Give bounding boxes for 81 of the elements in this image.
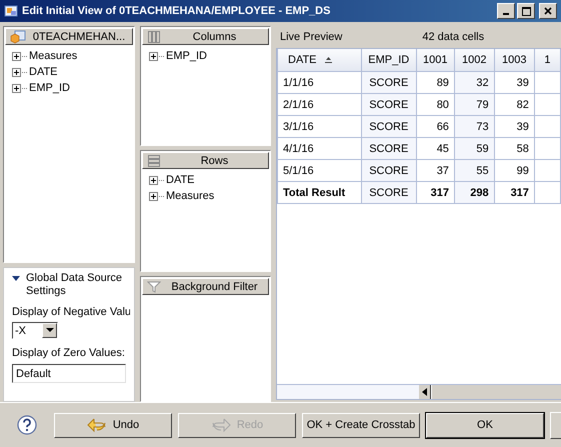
scroll-left-icon[interactable] bbox=[422, 388, 427, 396]
table-cell: 5/1/16 bbox=[278, 160, 362, 182]
column-header[interactable]: EMP_ID bbox=[361, 49, 416, 72]
expand-icon[interactable] bbox=[149, 52, 158, 60]
close-button[interactable] bbox=[539, 3, 557, 19]
preview-title: Live Preview bbox=[280, 31, 342, 43]
expand-icon[interactable] bbox=[12, 68, 21, 76]
column-header[interactable]: 1 bbox=[534, 49, 560, 72]
dialog-button[interactable]: OK bbox=[426, 412, 544, 438]
app-icon bbox=[4, 4, 18, 18]
column-header[interactable]: 1003 bbox=[494, 49, 534, 72]
table-cell: 55 bbox=[454, 160, 494, 182]
window-title: Edit Initial View of 0TEACHMEHANA/EMPLOYEE - EMP_DS bbox=[22, 5, 332, 17]
undo-button[interactable]: Undo bbox=[54, 412, 172, 438]
panel-header[interactable]: Rows bbox=[142, 152, 269, 169]
cell-count: 42 data cells bbox=[422, 31, 484, 43]
table-cell: 32 bbox=[454, 72, 494, 94]
collapse-triangle-icon[interactable] bbox=[12, 276, 20, 282]
expand-icon[interactable] bbox=[12, 52, 21, 60]
table-cell: 1/1/16 bbox=[278, 72, 362, 94]
table-cell: 45 bbox=[416, 138, 454, 160]
table-cell: 89 bbox=[416, 72, 454, 94]
columns-icon bbox=[147, 30, 161, 44]
tree-item[interactable]: Measures bbox=[29, 50, 78, 62]
table-cell: 37 bbox=[416, 160, 454, 182]
rows-icon bbox=[147, 154, 161, 168]
table-cell: Total Result bbox=[278, 182, 362, 204]
help-icon[interactable] bbox=[17, 415, 37, 435]
table-cell: 66 bbox=[416, 116, 454, 138]
panel-header[interactable]: Columns bbox=[142, 28, 269, 45]
table-cell: 4/1/16 bbox=[278, 138, 362, 160]
table-cell: 317 bbox=[416, 182, 454, 204]
column-header[interactable]: 1001 bbox=[416, 49, 454, 72]
tree-item[interactable]: Measures bbox=[166, 190, 214, 202]
field-label: Display of Negative Valu bbox=[12, 306, 130, 318]
close-icon bbox=[544, 7, 552, 15]
table-cell: SCORE bbox=[361, 94, 416, 116]
dropdown[interactable]: -X bbox=[12, 322, 58, 339]
table-cell: 58 bbox=[494, 138, 534, 160]
expand-icon[interactable] bbox=[149, 176, 158, 184]
horizontal-scrollbar[interactable] bbox=[277, 384, 561, 399]
panel-header[interactable]: Background Filter bbox=[142, 278, 269, 295]
table-cell: SCORE bbox=[361, 182, 416, 204]
table-cell: 80 bbox=[416, 94, 454, 116]
tree-item[interactable]: EMP_ID bbox=[166, 50, 207, 62]
tree-item[interactable]: EMP_ID bbox=[29, 82, 70, 94]
panel-header[interactable]: 0TEACHMEHAN... bbox=[5, 28, 133, 45]
table-cell: 3/1/16 bbox=[278, 116, 362, 138]
table-cell: SCORE bbox=[361, 160, 416, 182]
sort-ascending-icon bbox=[324, 57, 332, 64]
minimize-button[interactable] bbox=[497, 3, 515, 19]
tree-item[interactable]: DATE bbox=[29, 66, 58, 78]
section-title: Global Data Source Settings bbox=[26, 272, 123, 298]
tree-item[interactable]: DATE bbox=[166, 174, 195, 186]
maximize-button[interactable] bbox=[517, 3, 535, 19]
redo-arrow-icon bbox=[210, 417, 231, 433]
table-cell: 73 bbox=[454, 116, 494, 138]
field-label: Display of Zero Values: bbox=[12, 347, 126, 359]
table-cell: 39 bbox=[494, 72, 534, 94]
funnel-icon bbox=[147, 280, 161, 294]
table-cell: 298 bbox=[454, 182, 494, 204]
table-cell: SCORE bbox=[361, 116, 416, 138]
table-cell: 39 bbox=[494, 116, 534, 138]
table-cell: SCORE bbox=[361, 138, 416, 160]
table-cell: 2/1/16 bbox=[278, 94, 362, 116]
table-cell: 99 bbox=[494, 160, 534, 182]
maximize-icon bbox=[522, 6, 530, 16]
dialog-button[interactable]: OK + Create Crosstab bbox=[302, 412, 420, 438]
table-cell: 317 bbox=[494, 182, 534, 204]
undo-arrow-icon bbox=[86, 417, 107, 433]
input-field[interactable]: Default bbox=[12, 364, 126, 383]
expand-icon[interactable] bbox=[12, 84, 21, 92]
column-header[interactable]: DATE bbox=[278, 49, 362, 72]
expand-icon[interactable] bbox=[149, 192, 158, 200]
column-header[interactable]: 1002 bbox=[454, 49, 494, 72]
caret-icon bbox=[46, 328, 54, 333]
table-cell: 59 bbox=[454, 138, 494, 160]
cube-icon bbox=[10, 30, 26, 44]
table-cell: 79 bbox=[454, 94, 494, 116]
table-cell: 82 bbox=[494, 94, 534, 116]
table-cell: SCORE bbox=[361, 72, 416, 94]
